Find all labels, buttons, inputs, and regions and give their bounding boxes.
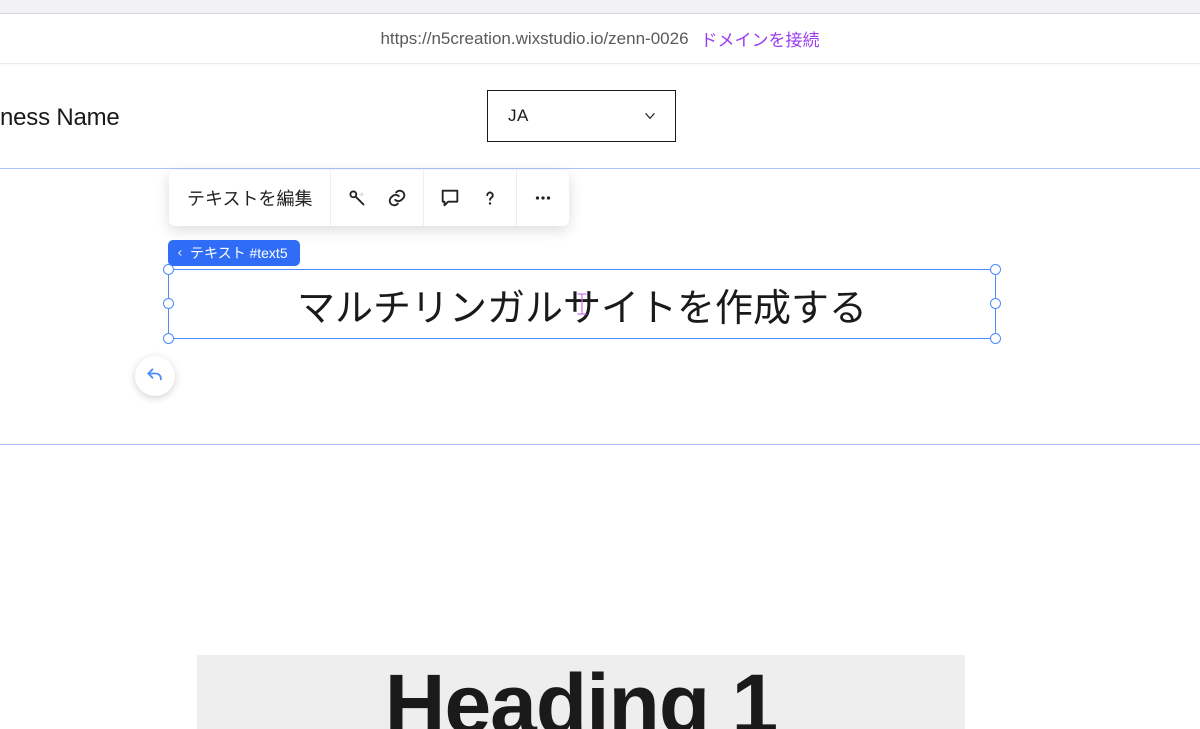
- resize-handle-middle-left[interactable]: [163, 298, 174, 309]
- comment-icon[interactable]: [430, 178, 470, 218]
- heading-text: Heading 1: [385, 670, 777, 729]
- resize-handle-top-left[interactable]: [163, 264, 174, 275]
- chevron-down-icon: [643, 109, 657, 123]
- resize-handle-top-right[interactable]: [990, 264, 1001, 275]
- heading-block: Heading 1: [197, 655, 965, 729]
- breadcrumb-label: テキスト #text5: [190, 243, 288, 263]
- side-tick: [995, 310, 996, 322]
- link-icon[interactable]: [377, 178, 417, 218]
- window-chrome-top: [0, 0, 1200, 14]
- language-selector[interactable]: JA: [487, 90, 676, 142]
- more-icon[interactable]: [523, 178, 563, 218]
- help-icon[interactable]: [470, 178, 510, 218]
- resize-handle-middle-right[interactable]: [990, 298, 1001, 309]
- element-toolbar: テキストを編集: [169, 170, 569, 226]
- resize-handle-bottom-left[interactable]: [163, 333, 174, 344]
- preview-url-bar: https://n5creation.wixstudio.io/zenn-002…: [0, 14, 1200, 64]
- brand-name: ness Name: [0, 104, 120, 132]
- edit-text-label: テキストを編集: [187, 185, 312, 211]
- site-header: ness Name JA: [0, 64, 1200, 168]
- edit-text-button[interactable]: テキストを編集: [169, 170, 331, 226]
- preview-url-text: https://n5creation.wixstudio.io/zenn-002…: [380, 29, 688, 49]
- breadcrumb-chip[interactable]: テキスト #text5: [168, 240, 300, 266]
- chevron-left-icon: [176, 248, 184, 258]
- undo-button[interactable]: [135, 356, 175, 396]
- side-tick: [995, 286, 996, 298]
- side-tick: [168, 286, 169, 298]
- ai-magic-icon[interactable]: [337, 178, 377, 218]
- language-selector-value: JA: [508, 106, 529, 126]
- selected-text-element[interactable]: マルチリンガルサイトを作成する: [168, 269, 996, 339]
- text-cursor-icon: [576, 292, 588, 316]
- resize-handle-bottom-right[interactable]: [990, 333, 1001, 344]
- connect-domain-link[interactable]: ドメインを接続: [701, 26, 820, 51]
- section-strip: テキストを編集 テキスト #text5: [0, 168, 1200, 445]
- side-tick: [168, 310, 169, 322]
